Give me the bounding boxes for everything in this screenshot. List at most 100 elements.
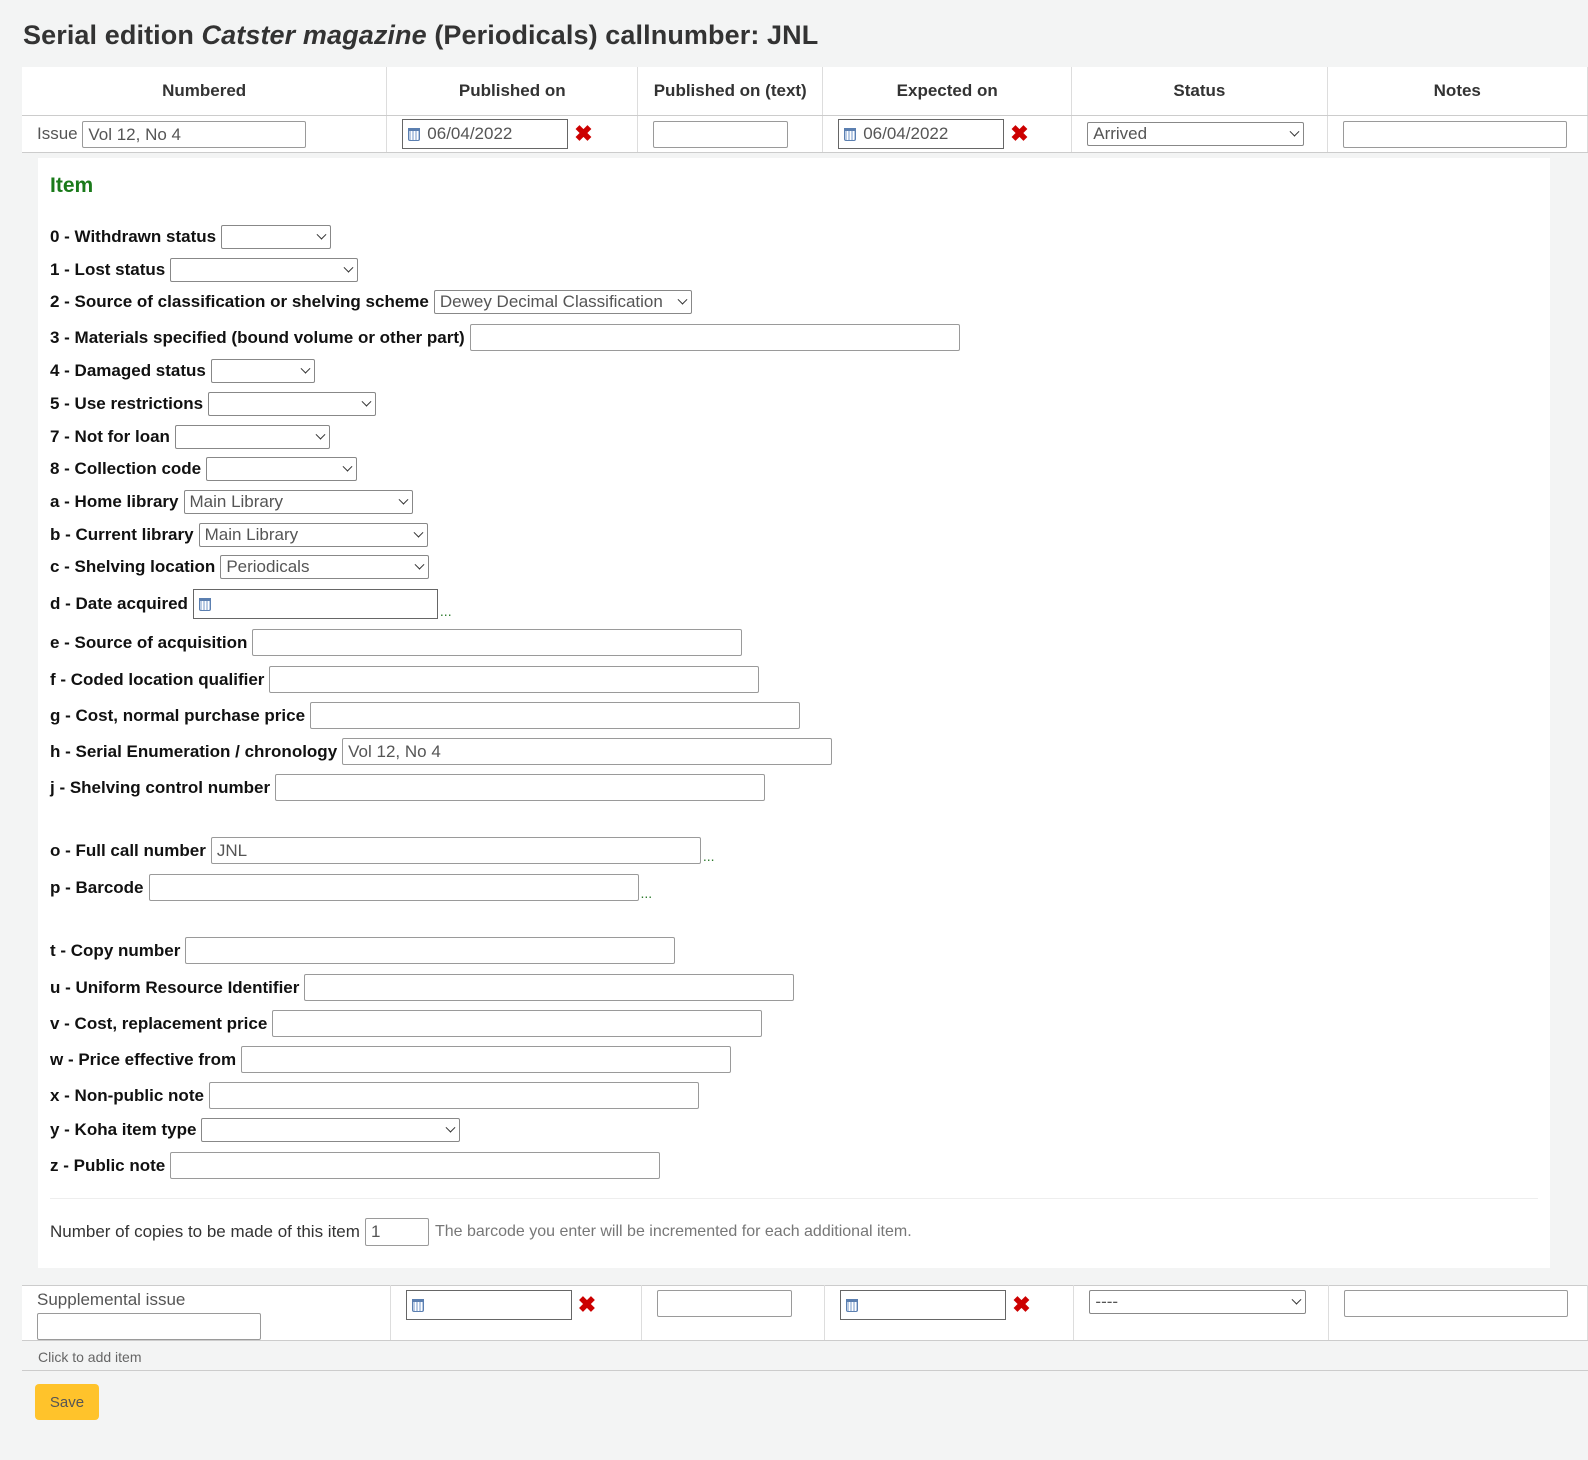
- field-select[interactable]: [174, 425, 330, 449]
- item-field-row: f - Coded location qualifier: [50, 666, 760, 693]
- clear-date-icon[interactable]: ✖: [1012, 1292, 1030, 1317]
- field-input[interactable]: [269, 666, 760, 693]
- copies-row: Number of copies to be made of this item…: [50, 1218, 912, 1246]
- field-select[interactable]: [210, 359, 315, 383]
- item-field-row: b - Current library Main Library: [50, 523, 428, 547]
- published-text-input[interactable]: [653, 120, 789, 148]
- supplemental-row: Supplemental issue ✖ ✖ ----: [22, 1285, 1588, 1341]
- supplemental-status-select[interactable]: ----: [1089, 1290, 1307, 1314]
- item-field-row: 1 - Lost status: [50, 258, 359, 282]
- add-item-link[interactable]: Click to add item: [38, 1349, 141, 1365]
- field-input[interactable]: [469, 324, 960, 351]
- divider: [22, 1370, 1588, 1371]
- field-input[interactable]: [241, 1046, 732, 1073]
- plugin-link[interactable]: ...: [703, 848, 715, 864]
- item-field-row: 8 - Collection code: [50, 457, 358, 481]
- field-input[interactable]: [170, 1152, 661, 1179]
- field-label: v - Cost, replacement price: [50, 1013, 268, 1033]
- field-input[interactable]: JNL: [210, 837, 701, 864]
- field-select[interactable]: [201, 1118, 461, 1142]
- item-field-row: 7 - Not for loan: [50, 425, 330, 449]
- field-select[interactable]: [170, 258, 359, 282]
- save-button[interactable]: Save: [35, 1384, 99, 1420]
- serial-title: Catster magazine: [201, 20, 427, 50]
- calendar-icon[interactable]: [198, 597, 211, 611]
- item-field-row: t - Copy number: [50, 937, 676, 964]
- clear-date-icon[interactable]: ✖: [574, 121, 592, 146]
- plugin-link[interactable]: ...: [641, 885, 653, 901]
- item-field-row: u - Uniform Resource Identifier: [50, 974, 795, 1001]
- date-acquired-input[interactable]: [192, 589, 438, 619]
- supplemental-numbered-input[interactable]: [37, 1313, 261, 1340]
- supplemental-label: Supplemental issue: [37, 1290, 186, 1309]
- issue-row: Issue Vol 12, No 4 06/04/2022 ✖ 06/04/202…: [22, 115, 1588, 153]
- chevron-down-icon: [361, 396, 372, 407]
- header-published-on: Published on: [386, 67, 639, 116]
- expected-on-input[interactable]: 06/04/2022: [838, 119, 1005, 149]
- field-input[interactable]: [185, 937, 676, 964]
- supplemental-expected-on-input[interactable]: [840, 1290, 1007, 1320]
- calendar-icon[interactable]: [408, 127, 421, 141]
- notes-input[interactable]: [1342, 120, 1567, 148]
- status-select[interactable]: Arrived: [1087, 122, 1305, 146]
- clear-date-icon[interactable]: ✖: [1010, 121, 1028, 146]
- supplemental-published-on-input[interactable]: [405, 1290, 572, 1320]
- field-input[interactable]: [275, 774, 766, 801]
- chevron-down-icon: [445, 1122, 456, 1133]
- supplemental-published-text-input[interactable]: [656, 1290, 792, 1317]
- calendar-icon[interactable]: [844, 127, 857, 141]
- field-input[interactable]: [304, 974, 795, 1001]
- field-label: j - Shelving control number: [50, 777, 271, 797]
- chevron-down-icon: [414, 559, 425, 570]
- field-label: 2 - Source of classification or shelving…: [50, 292, 429, 311]
- field-label: 5 - Use restrictions: [50, 394, 204, 413]
- field-label: 4 - Damaged status: [50, 361, 206, 380]
- calendar-icon[interactable]: [846, 1298, 859, 1312]
- copies-input[interactable]: 1: [364, 1218, 429, 1246]
- field-label: 1 - Lost status: [50, 260, 166, 279]
- field-label: y - Koha item type: [50, 1120, 197, 1139]
- calendar-icon[interactable]: [411, 1298, 424, 1312]
- field-input[interactable]: [208, 1082, 699, 1109]
- plugin-link[interactable]: ...: [440, 603, 452, 619]
- copies-hint: The barcode you enter will be incremente…: [434, 1223, 912, 1240]
- field-label: 0 - Withdrawn status: [50, 227, 217, 246]
- field-label: f - Coded location qualifier: [50, 669, 265, 689]
- item-field-row: e - Source of acquisition: [50, 629, 743, 656]
- field-label: u - Uniform Resource Identifier: [50, 977, 300, 997]
- field-select[interactable]: Main Library: [183, 490, 413, 514]
- field-label: w - Price effective from: [50, 1049, 237, 1069]
- field-input[interactable]: [148, 874, 639, 901]
- item-field-row: 0 - Withdrawn status: [50, 225, 332, 249]
- item-panel: Item 0 - Withdrawn status 1 - Lost status…: [38, 158, 1550, 1268]
- header-status: Status: [1071, 67, 1328, 116]
- field-input[interactable]: [272, 1010, 763, 1037]
- chevron-down-icon: [1291, 1294, 1302, 1305]
- item-field-row: a - Home library Main Library: [50, 490, 413, 514]
- field-select[interactable]: [206, 457, 358, 481]
- published-on-input[interactable]: 06/04/2022: [402, 119, 569, 149]
- clear-date-icon[interactable]: ✖: [578, 1292, 596, 1317]
- field-select[interactable]: Dewey Decimal Classification: [433, 290, 692, 314]
- field-label: h - Serial Enumeration / chronology: [50, 741, 338, 761]
- item-field-row: j - Shelving control number: [50, 774, 766, 801]
- chevron-down-icon: [343, 262, 354, 273]
- chevron-down-icon: [316, 229, 327, 240]
- item-field-row: p - Barcode...: [50, 874, 652, 901]
- chevron-down-icon: [342, 461, 353, 472]
- field-input[interactable]: Vol 12, No 4: [342, 738, 833, 765]
- field-label: c - Shelving location: [50, 557, 216, 576]
- field-label: b - Current library: [50, 525, 194, 544]
- supplemental-notes-input[interactable]: [1343, 1290, 1568, 1317]
- field-select[interactable]: Main Library: [198, 523, 428, 547]
- copies-label: Number of copies to be made of this item: [50, 1222, 360, 1241]
- field-select[interactable]: [221, 225, 332, 249]
- field-input[interactable]: [252, 629, 743, 656]
- field-input[interactable]: [310, 702, 801, 729]
- field-label: e - Source of acquisition: [50, 632, 248, 652]
- field-select[interactable]: [208, 392, 377, 416]
- numbered-input[interactable]: Vol 12, No 4: [82, 120, 307, 148]
- field-select[interactable]: Periodicals: [220, 555, 430, 579]
- field-label: o - Full call number: [50, 840, 206, 860]
- item-field-row: 2 - Source of classification or shelving…: [50, 290, 692, 314]
